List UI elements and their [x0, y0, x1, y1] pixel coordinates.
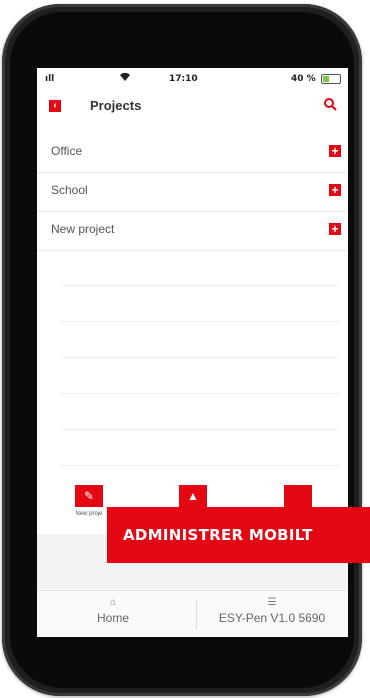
project-label: New project: [51, 222, 115, 236]
list-divider: [61, 429, 339, 430]
back-arrow-icon[interactable]: ‹: [49, 100, 61, 112]
battery-level: [323, 76, 330, 82]
list-divider: [61, 285, 339, 286]
battery-percent: 40 %: [291, 74, 316, 84]
delete-button[interactable]: [273, 485, 323, 507]
project-list: Office + School + New project +: [37, 134, 348, 251]
promo-banner: ADMINISTRER MOBILT: [107, 507, 370, 563]
list-item[interactable]: School +: [37, 173, 348, 212]
list-divider: [61, 321, 339, 322]
project-label: Office: [51, 144, 83, 158]
page-title: Projects: [90, 98, 142, 113]
delete-icon: [284, 485, 312, 507]
wifi-icon: [119, 72, 131, 85]
list-item[interactable]: Office +: [37, 134, 348, 173]
tab-bar: ⌂ Home ☰ ESY-Pen V1.0 5690: [37, 590, 348, 637]
tab-home[interactable]: ⌂ Home: [83, 597, 143, 625]
tab-device[interactable]: ☰ ESY-Pen V1.0 5690: [207, 597, 337, 625]
list-item[interactable]: New project +: [37, 212, 348, 251]
list-divider: [61, 357, 339, 358]
edit-icon: ✎: [75, 485, 103, 507]
tab-divider: [196, 599, 197, 629]
project-label: School: [51, 183, 88, 197]
search-icon[interactable]: [323, 97, 337, 111]
settings-sliders-icon: ☰: [267, 597, 277, 608]
add-icon[interactable]: +: [329, 184, 341, 196]
status-bar: ıll 17:10 40 %: [37, 68, 348, 88]
tab-device-label: ESY-Pen V1.0 5690: [218, 611, 326, 625]
export-button[interactable]: ▲: [168, 485, 218, 507]
list-divider: [61, 393, 339, 394]
app-header: ‹ Projects: [37, 88, 348, 124]
home-icon: ⌂: [109, 597, 117, 608]
add-icon[interactable]: +: [329, 145, 341, 157]
signal-icon: ıll: [45, 74, 55, 84]
add-icon[interactable]: +: [329, 223, 341, 235]
battery-icon: [321, 74, 341, 84]
export-icon: ▲: [179, 485, 207, 507]
status-time: 17:10: [169, 74, 198, 84]
tab-home-label: Home: [96, 611, 129, 625]
list-divider: [61, 465, 339, 466]
